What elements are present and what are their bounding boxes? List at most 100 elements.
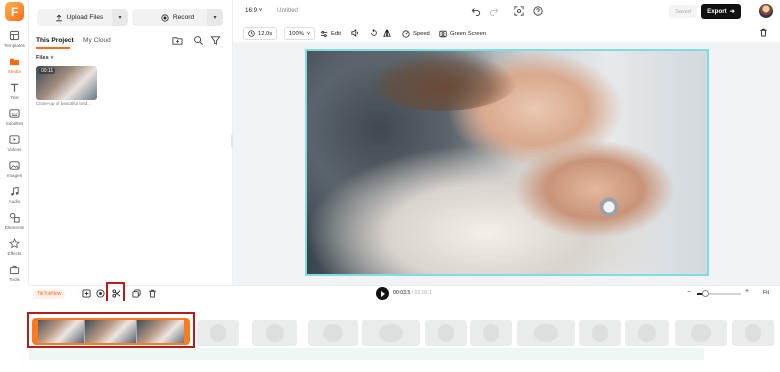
speed-icon	[402, 29, 410, 38]
fit-button[interactable]: Fit	[763, 290, 769, 296]
record-voice-icon[interactable]	[96, 289, 105, 298]
files-section-header[interactable]: Files ˅	[36, 55, 54, 61]
tab-my-cloud[interactable]: My Cloud	[83, 37, 111, 44]
green-screen-button[interactable]: Green Screen	[439, 27, 486, 40]
upload-files-button[interactable]: Upload Files	[37, 9, 121, 26]
timecode: 00:03.5 / 01:02.1	[393, 290, 432, 296]
flip-icon[interactable]	[383, 29, 391, 37]
rail-label: Audio	[8, 199, 21, 204]
export-button[interactable]: Export ➜	[701, 4, 741, 19]
clip-trim-handle-right[interactable]	[184, 320, 188, 343]
rail-item-images[interactable]: Images	[0, 160, 29, 186]
ghost-clip	[675, 320, 727, 346]
chevron-down-icon: ▾	[118, 15, 122, 21]
clip-frame-thumb	[136, 320, 188, 343]
arrow-right-icon: ➜	[729, 8, 735, 15]
rail-item-tools[interactable]: Tools	[0, 264, 29, 290]
rail-item-elements[interactable]: Elements	[0, 212, 29, 238]
filter-icon[interactable]	[210, 35, 221, 46]
track-chip[interactable]: TikTokNow	[33, 289, 66, 299]
rail-item-templates[interactable]: Templates	[0, 30, 29, 56]
selected-video-clip[interactable]	[32, 318, 190, 345]
active-tab-indicator	[36, 47, 70, 49]
left-rail: F Templates Media Text Subtitles Videos …	[0, 0, 29, 285]
upload-files-label: Upload Files	[66, 14, 104, 21]
duplicate-icon[interactable]	[132, 289, 141, 298]
clip-frame-thumb	[34, 320, 86, 343]
upload-options-button[interactable]: ▾	[112, 9, 128, 26]
avatar[interactable]	[759, 4, 773, 18]
green-screen-label: Green Screen	[450, 30, 487, 37]
app-logo[interactable]: F	[5, 2, 24, 21]
media-thumbnail[interactable]: 00:11	[36, 66, 97, 100]
total-time: / 01:02.1	[411, 290, 432, 296]
zoom-in-button[interactable]: +	[745, 288, 749, 295]
top-bar: 16:9 ˅ Untitled Saved Export ➜	[233, 0, 780, 23]
ghost-clip	[252, 320, 297, 346]
rail-label: Tools	[9, 277, 20, 282]
rail-label: Elements	[4, 225, 25, 230]
video-preview[interactable]	[305, 49, 709, 276]
rotate-icon[interactable]	[370, 29, 378, 37]
project-title[interactable]: Untitled	[277, 7, 298, 14]
aspect-ratio-select[interactable]: 16:9 ˅	[245, 7, 262, 14]
ghost-clip	[197, 320, 239, 346]
rail-item-subtitles[interactable]: Subtitles	[0, 108, 29, 134]
preview-ring-detail	[597, 197, 621, 217]
rail-item-media[interactable]: Media	[0, 56, 29, 82]
video-editor-app: F Templates Media Text Subtitles Videos …	[0, 0, 780, 372]
rail-item-audio[interactable]: Audio	[0, 186, 29, 212]
duration-control[interactable]: 12.0s	[243, 27, 278, 40]
saved-status: Saved	[669, 5, 697, 18]
edit-button[interactable]: Edit	[320, 27, 341, 40]
speed-button[interactable]: Speed	[402, 27, 430, 40]
zoom-value: 100%	[289, 30, 304, 37]
ghost-clip	[425, 320, 467, 346]
screenshot-icon[interactable]	[514, 6, 524, 16]
ghost-clip	[579, 320, 621, 346]
help-icon[interactable]	[533, 6, 543, 16]
clock-icon	[248, 30, 255, 37]
clip-toolbar: 12.0s 100% ˅ Edit Speed Green Screen	[240, 25, 773, 42]
search-icon[interactable]	[193, 35, 204, 46]
delete-icon[interactable]	[148, 289, 157, 298]
undo-icon[interactable]	[471, 6, 481, 16]
speed-label: Speed	[413, 30, 430, 37]
media-caption: Close-up of beautiful brid...	[36, 101, 91, 106]
aspect-ratio-value: 16:9	[245, 7, 258, 14]
chevron-down-icon: ▾	[213, 15, 217, 21]
ghost-clip	[308, 320, 358, 346]
clip-trim-handle-left[interactable]	[34, 320, 38, 343]
media-panel: Upload Files ▾ Record ▾ This Project My …	[29, 0, 233, 285]
zoom-out-button[interactable]: −	[687, 289, 691, 296]
record-icon	[161, 13, 169, 22]
rail-item-effects[interactable]: Effects	[0, 238, 29, 264]
ghost-clip	[732, 320, 774, 346]
tab-this-project[interactable]: This Project	[36, 37, 74, 44]
rail-label: Subtitles	[5, 121, 24, 126]
green-screen-icon	[439, 30, 447, 37]
add-track-icon[interactable]	[82, 289, 91, 298]
chevron-down-icon: ˅	[306, 30, 311, 37]
ghost-clip	[517, 320, 575, 346]
zoom-select[interactable]: 100% ˅	[284, 27, 316, 40]
play-button[interactable]	[376, 287, 389, 300]
rail-item-videos[interactable]: Videos	[0, 134, 29, 160]
redo-icon[interactable]	[489, 6, 499, 16]
rail-item-text[interactable]: Text	[0, 82, 29, 108]
files-label: Files	[36, 55, 49, 61]
clip-frame-thumb	[85, 320, 137, 343]
elements-icon	[9, 212, 20, 223]
preview-hair-region	[367, 51, 517, 111]
rail-label: Videos	[7, 147, 22, 152]
images-icon	[9, 161, 20, 170]
effects-icon	[9, 238, 20, 249]
duration-value: 12.0s	[258, 30, 273, 37]
record-options-button[interactable]: ▾	[207, 9, 223, 26]
rail-label: Images	[6, 173, 23, 178]
edit-label: Edit	[331, 30, 341, 37]
volume-icon[interactable]	[351, 29, 359, 37]
trash-icon[interactable]	[759, 28, 768, 37]
new-folder-icon[interactable]	[172, 35, 183, 46]
rail-label: Templates	[4, 43, 25, 48]
